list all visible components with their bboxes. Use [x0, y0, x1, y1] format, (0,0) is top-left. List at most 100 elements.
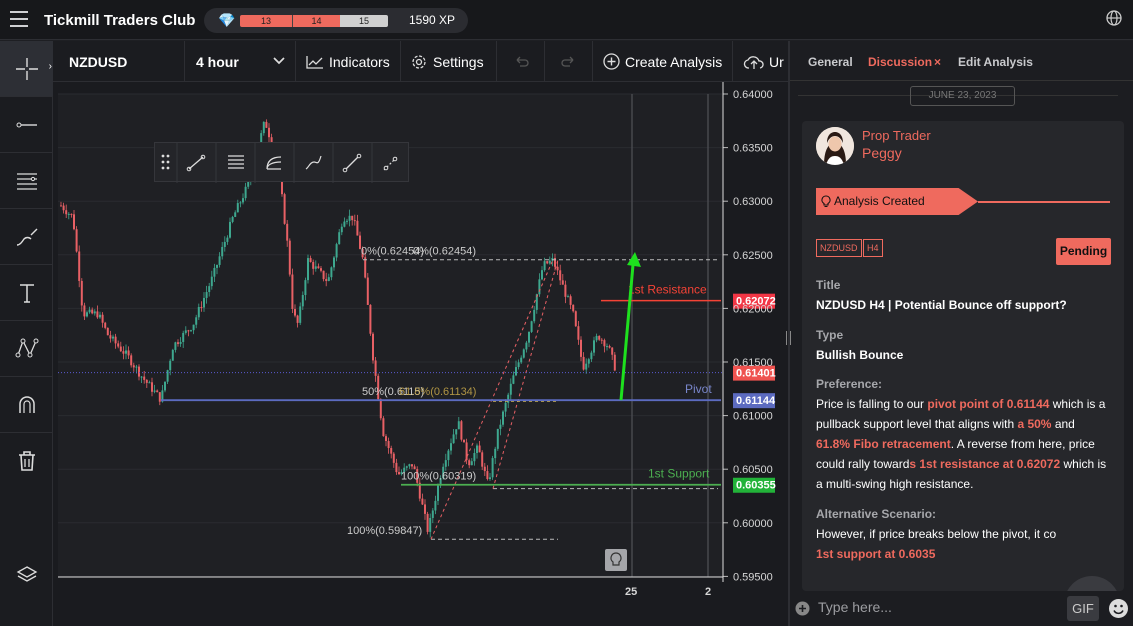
layers-icon — [16, 566, 37, 582]
line-tool[interactable] — [0, 97, 53, 153]
candle-body — [408, 464, 411, 467]
delete-tool[interactable] — [0, 433, 53, 489]
globe-icon[interactable] — [1106, 10, 1122, 26]
magnet-tool[interactable] — [0, 377, 53, 433]
candle-body — [437, 485, 439, 501]
redo-button[interactable] — [545, 41, 593, 82]
ray-tool-icon[interactable] — [342, 153, 362, 173]
candle-body — [75, 229, 78, 252]
crosshair-tool[interactable]: › — [0, 41, 53, 97]
indicators-icon — [306, 55, 323, 69]
text-tool[interactable] — [0, 265, 53, 321]
plus-circle-icon[interactable] — [795, 601, 810, 616]
tag-symbol: NZDUSD — [816, 239, 862, 257]
pref-highlight: a 50% — [1017, 417, 1052, 431]
bearish-candle — [379, 398, 382, 421]
candle-body — [294, 308, 296, 316]
candle-body — [405, 466, 408, 468]
candle-body — [192, 324, 195, 331]
candle-body — [489, 477, 491, 480]
segment-tool-icon[interactable] — [383, 155, 399, 171]
emoji-icon[interactable] — [1108, 598, 1129, 619]
idea-marker-bg — [605, 549, 627, 571]
menu-icon[interactable] — [10, 11, 28, 27]
symbol-selector[interactable]: NZDUSD — [53, 41, 185, 82]
candle-body — [244, 186, 247, 199]
undo-button[interactable] — [497, 41, 545, 82]
drawing-toolbar — [154, 142, 409, 183]
settings-button[interactable]: Settings — [401, 41, 497, 82]
candle-body — [288, 240, 291, 275]
candle-body — [434, 500, 437, 511]
post-title: NZDUSD H4 | Potential Bounce off support… — [816, 298, 1067, 312]
pattern-tool[interactable] — [0, 321, 53, 377]
curve-tool-icon[interactable] — [305, 155, 322, 170]
message-input[interactable]: Type here... — [818, 599, 892, 615]
close-icon[interactable]: × — [934, 55, 941, 69]
candle-body — [195, 317, 198, 325]
candle-body — [595, 335, 598, 341]
time-tick-label: 2 — [705, 586, 711, 598]
candle-body — [468, 460, 471, 466]
candle-body — [556, 266, 559, 271]
candle-body — [606, 346, 608, 348]
gif-button[interactable]: GIF — [1067, 596, 1099, 621]
timeframe-selector[interactable]: 4 hour — [185, 41, 296, 82]
chart-footer — [53, 612, 788, 626]
analysis-panel: General Discussion × Edit Analysis JUNE … — [788, 41, 1133, 626]
candle-body — [208, 286, 211, 293]
panel-resize-handle[interactable] — [786, 331, 791, 345]
trend-line-icon[interactable] — [186, 154, 206, 172]
fib-levels-icon[interactable] — [228, 155, 244, 169]
candle-body — [169, 360, 172, 371]
candle-body — [366, 277, 369, 305]
brush-tool[interactable] — [0, 209, 53, 265]
indicators-button[interactable]: Indicators — [296, 41, 401, 82]
candle-body — [218, 256, 221, 265]
status-badge: Pending — [1056, 238, 1111, 265]
candle-body — [60, 205, 62, 207]
candle-body — [473, 453, 476, 462]
candle-body — [411, 464, 413, 467]
candle-body — [322, 270, 325, 280]
bearish-candle — [291, 268, 294, 313]
fib-label: 0%(0.62454) — [413, 246, 476, 258]
candle-body — [426, 513, 429, 532]
candle-body — [548, 260, 551, 264]
candle-body — [340, 226, 343, 233]
chevron-down-icon — [273, 57, 285, 65]
candle-body — [385, 436, 387, 442]
layers-tool[interactable] — [0, 547, 53, 603]
type-label: Type — [816, 328, 844, 342]
candle-body — [491, 458, 494, 478]
price-tick-label: 0.59500 — [733, 571, 773, 583]
tab-discussion[interactable]: Discussion — [868, 55, 932, 69]
candle-body — [338, 232, 341, 245]
bearish-candle — [463, 439, 465, 443]
candle-body — [210, 276, 213, 287]
candle-body — [522, 349, 525, 358]
user-name[interactable]: Peggy — [862, 145, 902, 161]
candle-body — [190, 330, 192, 332]
candle-body — [450, 443, 452, 451]
candle-body — [226, 237, 229, 242]
fib-tool[interactable] — [0, 153, 53, 209]
pitchfork-icon[interactable] — [266, 156, 282, 170]
candle-body — [80, 280, 83, 306]
candle-body — [78, 251, 81, 281]
candle-body — [83, 305, 86, 317]
candle-body — [452, 434, 455, 444]
tab-edit-analysis[interactable]: Edit Analysis — [958, 55, 1033, 69]
create-analysis-button[interactable]: Create Analysis — [593, 41, 733, 82]
support-label: 1st Support — [648, 467, 710, 481]
message-composer: Type here... GIF — [790, 591, 1133, 626]
drag-handle-icon[interactable] — [161, 154, 170, 170]
upload-button[interactable]: Ur — [733, 41, 788, 82]
candle-body — [525, 342, 528, 350]
avatar[interactable] — [816, 127, 854, 165]
fibonacci-icon — [16, 172, 37, 190]
scroll-down-button[interactable] — [1064, 576, 1120, 591]
candle-body — [101, 314, 104, 323]
tab-general[interactable]: General — [808, 55, 853, 69]
candle-body — [148, 382, 151, 384]
